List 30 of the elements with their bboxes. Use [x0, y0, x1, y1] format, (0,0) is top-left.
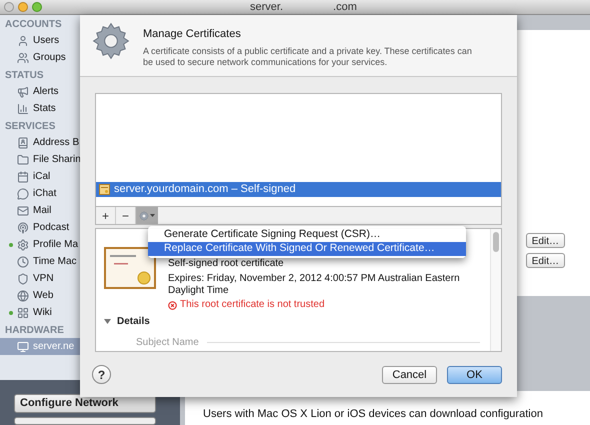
sidebar-label: Wiki [33, 306, 52, 320]
sidebar-label: Stats [33, 102, 56, 116]
sidebar-label: Mail [33, 204, 52, 218]
window-title: server. [250, 0, 284, 15]
sidebar-label: Address B [33, 136, 80, 150]
description-text: Users with Mac OS X Lion or iOS devices can download configuration [203, 408, 543, 420]
sidebar-label: File Sharin [33, 153, 81, 167]
sheet-title: Manage Certificates [143, 27, 242, 42]
sidebar-label: Profile Ma [33, 238, 78, 252]
sidebar-label: Users [33, 34, 60, 48]
window-title: .com [333, 0, 357, 15]
warning-text: This root certificate is not trusted [180, 299, 325, 311]
sheet-description: A certificate consists of a public certificate and a private key. These certificates can be used to secure network communications for your services. [143, 46, 473, 68]
sidebar-label: Podcast [33, 221, 70, 235]
sidebar-label: Alerts [33, 85, 59, 99]
sidebar-label: Time Mac [33, 255, 77, 269]
sidebar-heading: ACCOUNTS [5, 18, 62, 32]
expiry-text: Expires: Friday, November 2, 2012 4:00:57 PM Australian Eastern Daylight Time [168, 273, 461, 297]
section-heading: Subject Name [136, 336, 199, 350]
certificate-label: server.yourdomain.com – Self-signed [114, 182, 296, 198]
sidebar-label: iChat [33, 187, 56, 201]
sidebar-label: server.ne [33, 340, 74, 354]
certificate-type: Self-signed root certificate [168, 258, 285, 270]
sidebar-heading: SERVICES [5, 120, 56, 134]
sidebar-label: VPN [33, 272, 54, 286]
sidebar-heading: STATUS [5, 69, 44, 83]
sidebar-label: iCal [33, 170, 50, 184]
sidebar-label: Web [33, 289, 54, 303]
sidebar-label: Groups [33, 51, 66, 65]
sidebar-heading: HARDWARE [5, 324, 64, 338]
